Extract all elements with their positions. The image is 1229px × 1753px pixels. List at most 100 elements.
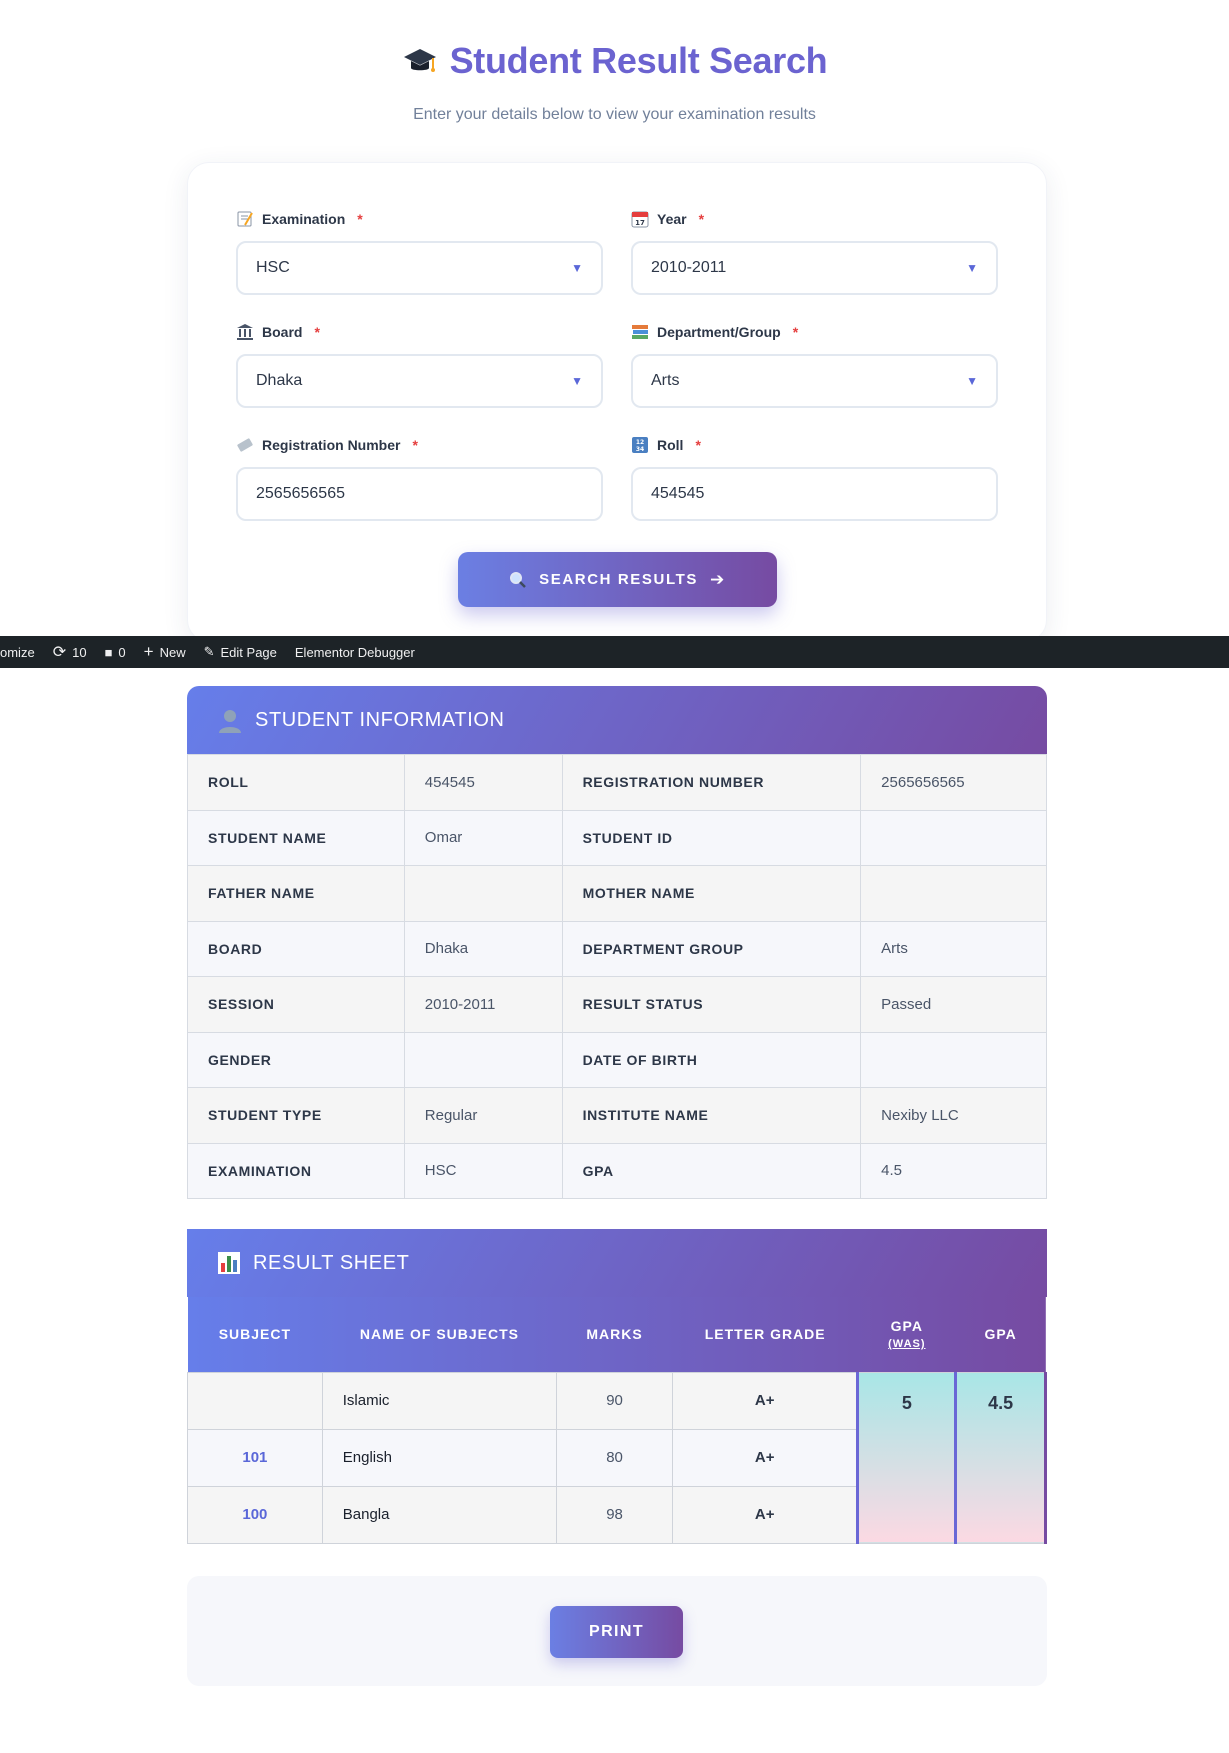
info-row: SESSION 2010-2011 RESULT STATUS Passed [187, 976, 1047, 1033]
examination-label: Examination [262, 211, 346, 227]
subject-grade: A+ [671, 1485, 859, 1544]
roll-label: Roll [657, 437, 684, 453]
comments-link[interactable]: ■ 0 [105, 645, 126, 660]
print-area: PRINT [187, 1576, 1047, 1686]
year-select[interactable]: 2010-2011 ▼ [631, 241, 998, 295]
subject-marks: 98 [556, 1485, 673, 1544]
info-value: 2010-2011 [403, 976, 563, 1033]
required-mark: * [695, 437, 701, 453]
department-value: Arts [651, 372, 680, 389]
board-select[interactable]: Dhaka ▼ [236, 354, 603, 408]
elementor-debugger-link[interactable]: Elementor Debugger [295, 645, 415, 660]
info-key: STUDENT ID [561, 809, 862, 866]
ticket-icon [237, 438, 253, 452]
info-key: SESSION [187, 976, 405, 1033]
info-row: STUDENT NAME Omar STUDENT ID [187, 809, 1047, 866]
refresh-icon: ⟳ [52, 644, 67, 661]
gpa-was-label: GPA [890, 1318, 923, 1335]
numbers-icon: 1234 [632, 437, 648, 453]
department-label: Department/Group [657, 324, 781, 340]
info-key: MOTHER NAME [561, 865, 862, 922]
search-results-button[interactable]: SEARCH RESULTS ➔ [458, 552, 777, 607]
info-key: REGISTRATION NUMBER [561, 754, 862, 811]
pencil-icon: ✎ [203, 644, 215, 659]
memo-icon [237, 211, 253, 227]
subject-grade: A+ [671, 1371, 859, 1430]
info-value: Nexiby LLC [860, 1087, 1047, 1144]
board-field: Board * Dhaka ▼ [236, 322, 603, 408]
info-row: ROLL 454545 REGISTRATION NUMBER 2565656565 [187, 754, 1047, 811]
department-select[interactable]: Arts ▼ [631, 354, 998, 408]
updates-link[interactable]: ⟳ 10 [53, 642, 87, 662]
gpa-value: 4.5 [954, 1371, 1047, 1544]
col-subject: SUBJECT [218, 1326, 292, 1343]
svg-text:12: 12 [636, 439, 644, 446]
search-form-card: Examination * HSC ▼ 17 Year * 2010-2011 ▼ … [187, 162, 1047, 642]
chevron-down-icon: ▼ [966, 374, 978, 388]
info-key: STUDENT NAME [187, 809, 405, 866]
info-value: Omar [403, 809, 563, 866]
info-key: FATHER NAME [187, 865, 405, 922]
comments-count: 0 [118, 644, 126, 660]
search-results-label: SEARCH RESULTS [539, 571, 698, 588]
info-key: GPA [561, 1142, 862, 1199]
debugger-label: Elementor Debugger [294, 644, 415, 660]
page-title: Student Result Search [402, 40, 828, 82]
subject-marks: 90 [556, 1371, 673, 1430]
info-value: Regular [403, 1087, 563, 1144]
info-row: BOARD Dhaka DEPARTMENT GROUP Arts [187, 920, 1047, 977]
info-value [860, 1031, 1047, 1088]
gpa-was-sub: (WAS) [888, 1338, 926, 1351]
arrow-right-icon: ➔ [709, 569, 726, 589]
edit-page-link[interactable]: ✎ Edit Page [204, 644, 277, 660]
graduation-cap-icon [403, 49, 436, 72]
subject-code: 100 [187, 1485, 323, 1544]
chevron-down-icon: ▼ [966, 261, 978, 275]
year-value: 2010-2011 [651, 259, 727, 276]
col-gpa: GPA [984, 1326, 1017, 1343]
info-key: DEPARTMENT GROUP [561, 920, 862, 977]
info-key: BOARD [187, 920, 405, 977]
new-link[interactable]: + New [144, 642, 186, 662]
page-title-text: Student Result Search [449, 40, 828, 81]
info-key: INSTITUTE NAME [561, 1087, 862, 1144]
info-key: GENDER [187, 1031, 405, 1088]
info-row: GENDER DATE OF BIRTH [187, 1031, 1047, 1088]
subject-name: Islamic [321, 1371, 558, 1430]
customize-link[interactable]: omize [0, 645, 35, 660]
roll-input[interactable]: 454545 [631, 467, 998, 521]
info-value: Arts [860, 920, 1047, 977]
page-header: Student Result Search Enter your details… [0, 40, 1229, 124]
registration-label: Registration Number [262, 437, 401, 453]
edit-page-label: Edit Page [220, 644, 277, 660]
info-value [403, 1031, 563, 1088]
info-value: Passed [860, 976, 1047, 1033]
info-value: 4.5 [860, 1142, 1047, 1199]
col-name-of-subjects: NAME OF SUBJECTS [359, 1326, 520, 1343]
books-icon [632, 325, 648, 339]
required-mark: * [698, 211, 705, 227]
examination-select[interactable]: HSC ▼ [236, 241, 603, 295]
required-mark: * [792, 324, 799, 340]
subject-code: 101 [187, 1428, 323, 1487]
bar-chart-icon [218, 1252, 240, 1274]
student-info-table: ROLL 454545 REGISTRATION NUMBER 2565656565 S… [187, 754, 1047, 1199]
svg-text:17: 17 [635, 219, 645, 227]
subject-marks: 80 [556, 1428, 673, 1487]
student-info-title: STUDENT INFORMATION [255, 708, 505, 731]
info-value [403, 865, 563, 922]
info-key: RESULT STATUS [561, 976, 862, 1033]
result-sheet-title: RESULT SHEET [253, 1251, 410, 1274]
info-key: DATE OF BIRTH [561, 1031, 862, 1088]
col-marks: MARKS [586, 1326, 643, 1343]
info-row: FATHER NAME MOTHER NAME [187, 865, 1047, 922]
required-mark: * [314, 324, 320, 340]
registration-input[interactable]: 2565656565 [236, 467, 603, 521]
updates-count: 10 [72, 644, 87, 660]
info-value: Dhaka [403, 920, 563, 977]
plus-icon: + [143, 642, 154, 661]
subject-code [187, 1371, 323, 1430]
comment-icon: ■ [104, 644, 113, 660]
print-button[interactable]: PRINT [550, 1606, 683, 1658]
roll-field: 12 34 Roll * 454545 [631, 435, 998, 521]
